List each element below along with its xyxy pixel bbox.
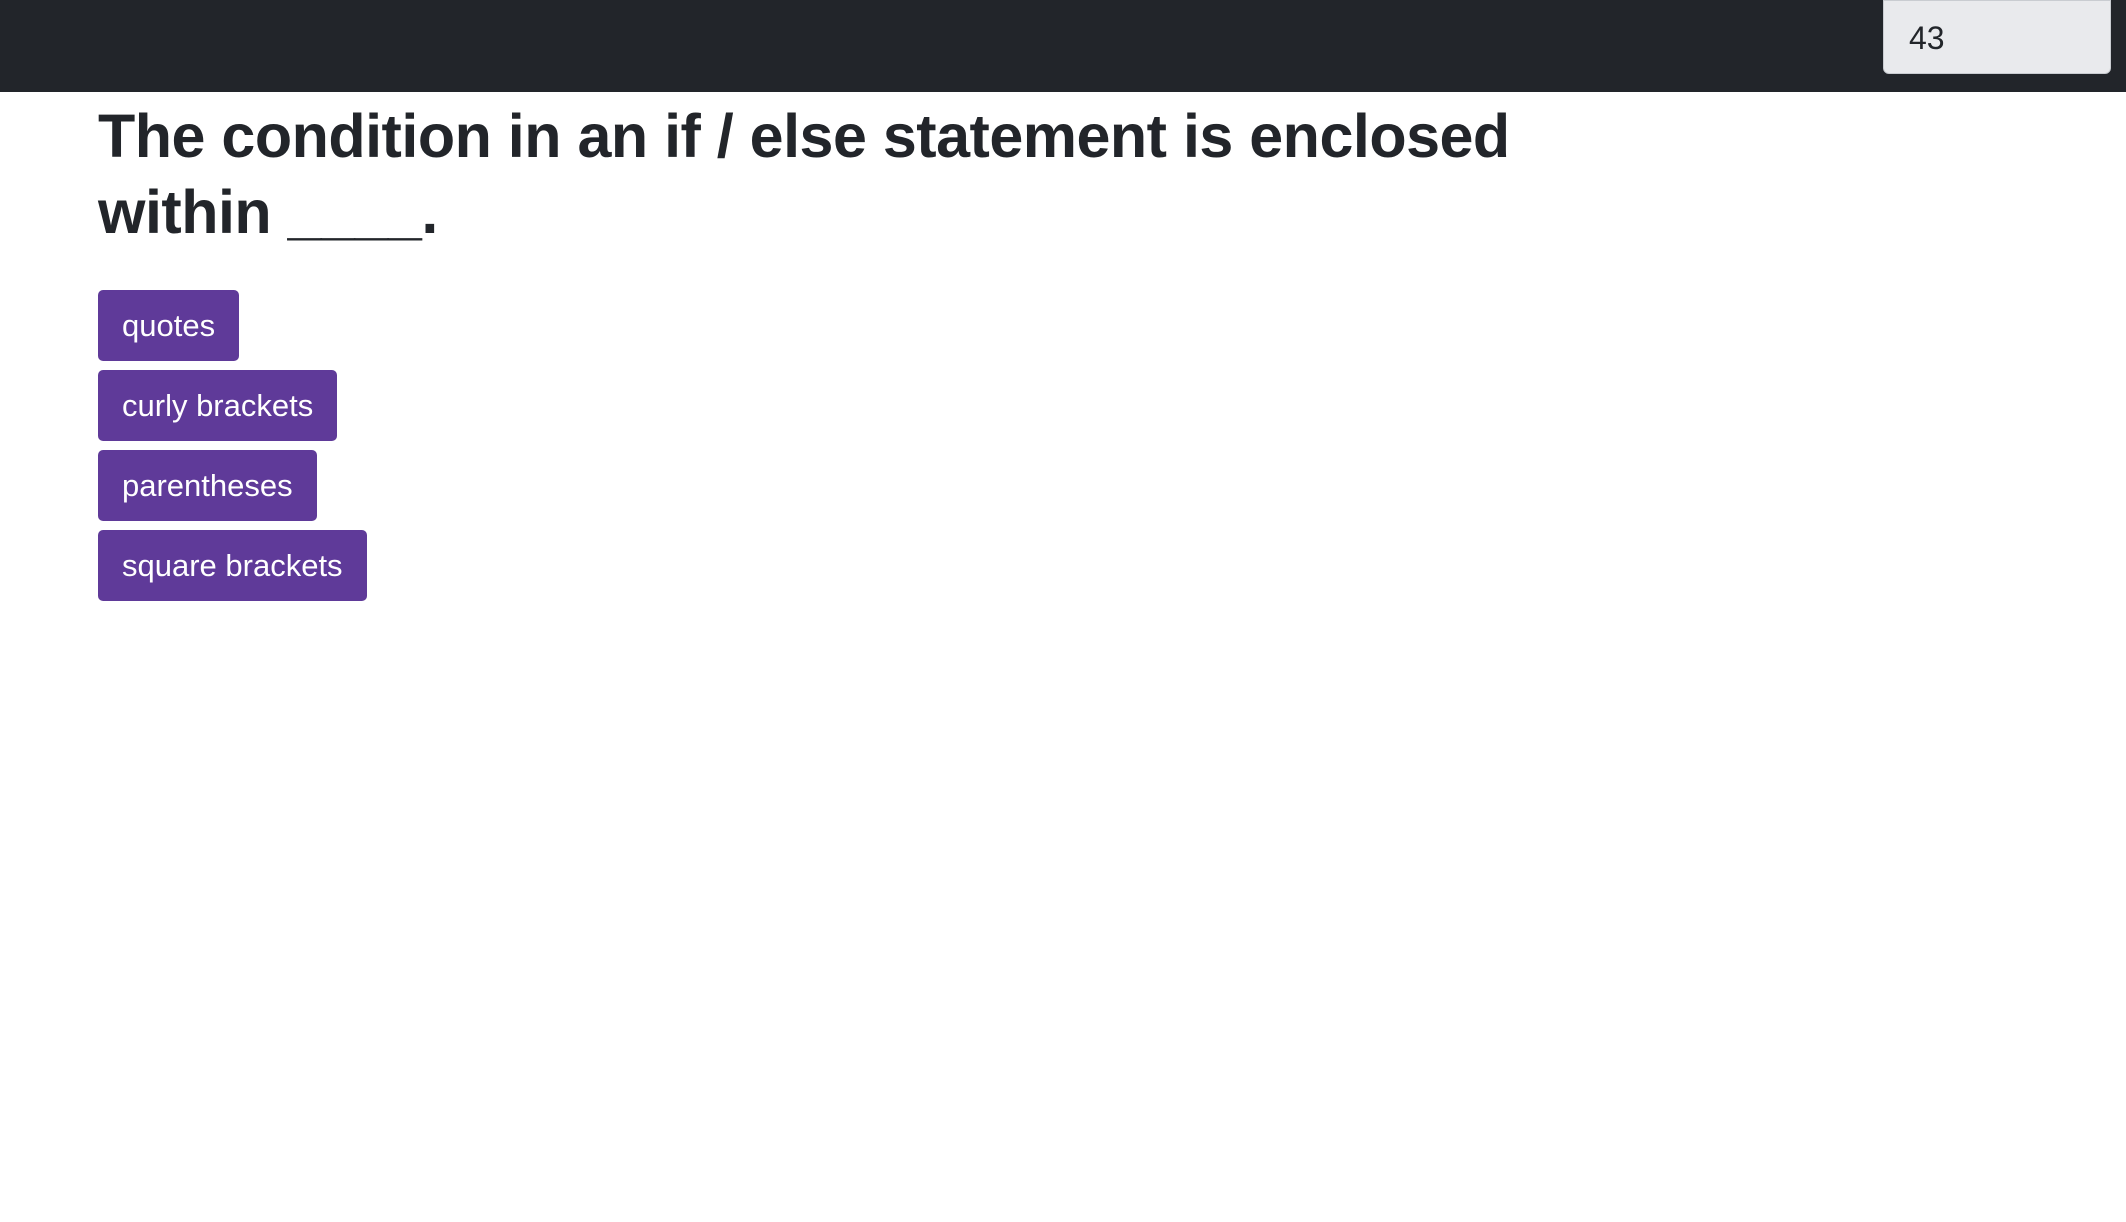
answer-button-curly-brackets[interactable]: curly brackets bbox=[98, 370, 338, 441]
quiz-area: The condition in an if / else statement … bbox=[98, 92, 1618, 601]
answer-button-parentheses[interactable]: parentheses bbox=[98, 450, 317, 521]
question-text: The condition in an if / else statement … bbox=[98, 102, 1510, 246]
answer-button-square-brackets[interactable]: square brackets bbox=[98, 530, 367, 601]
top-bar: 43 bbox=[0, 0, 2126, 92]
answer-button-quotes[interactable]: quotes bbox=[98, 290, 240, 361]
timer-display: 43 bbox=[1883, 0, 2111, 74]
answer-list: quotes curly brackets parentheses square… bbox=[98, 290, 1618, 601]
